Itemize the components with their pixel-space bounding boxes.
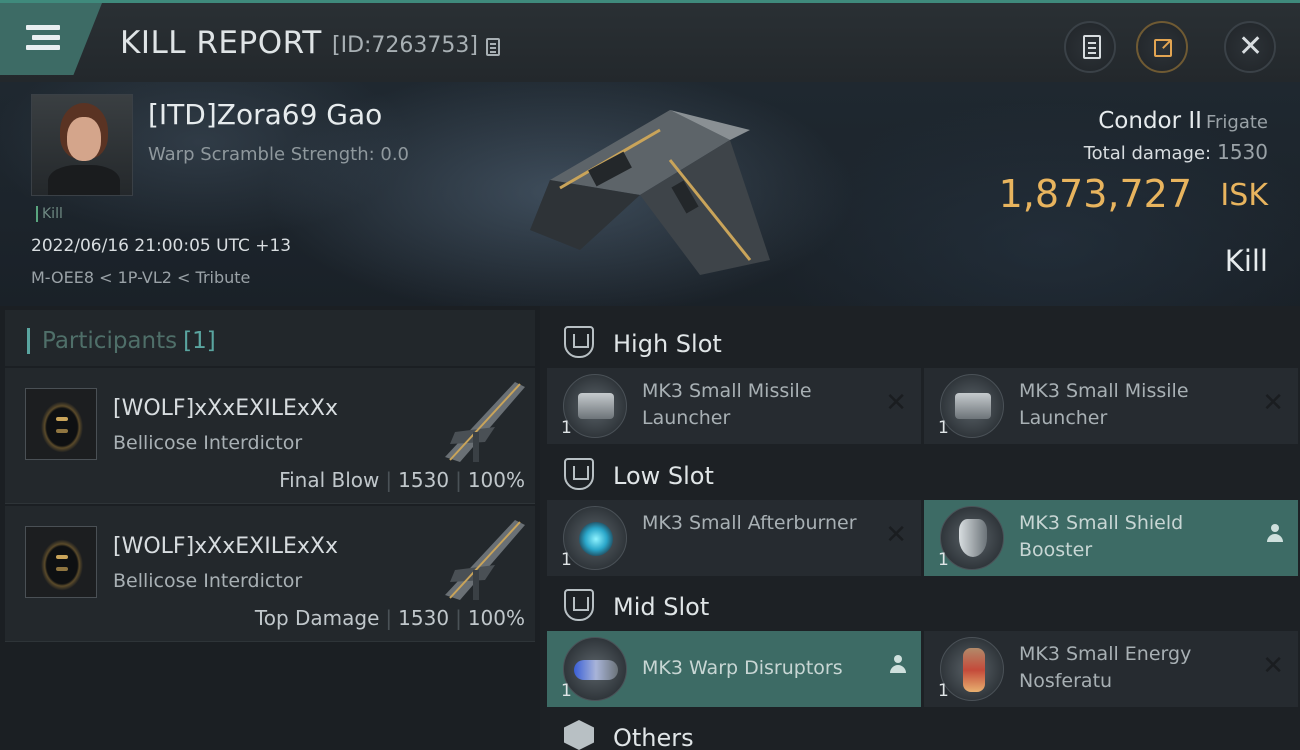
total-damage: Total damage: 1530 bbox=[1084, 140, 1268, 164]
participant-ship-image bbox=[445, 520, 525, 600]
page-title: KILL REPORT bbox=[120, 25, 322, 61]
module-qty: 1 bbox=[561, 550, 572, 570]
module-qty: 1 bbox=[938, 418, 949, 438]
module-mid-2[interactable]: 1 MK3 Small Energy Nosferatu ✕ bbox=[924, 631, 1298, 707]
participant-ship: Bellicose Interdictor bbox=[113, 432, 303, 454]
module-name: MK3 Warp Disruptors bbox=[642, 657, 843, 679]
victim-ship-image bbox=[530, 110, 770, 275]
share-button[interactable]: ↗ bbox=[1136, 21, 1188, 73]
module-name: MK3 Small Missile Launcher bbox=[1019, 380, 1189, 429]
person-icon bbox=[889, 655, 907, 677]
module-name: MK3 Small Missile Launcher bbox=[642, 380, 812, 429]
participant-row[interactable]: [WOLF]xXxEXILExXx Bellicose Interdictor … bbox=[5, 368, 535, 504]
copy-icon[interactable] bbox=[486, 38, 500, 56]
module-low-1[interactable]: 1 MK3 Small Afterburner ✕ bbox=[547, 500, 921, 576]
ship-name-text: Condor II bbox=[1098, 108, 1202, 134]
ship-class: Frigate bbox=[1205, 112, 1268, 133]
afterburner-icon bbox=[563, 506, 627, 570]
shield-booster-icon bbox=[940, 506, 1004, 570]
low-slot-label: Low Slot bbox=[613, 462, 714, 490]
missile-launcher-icon bbox=[940, 374, 1004, 438]
participant-name[interactable]: [WOLF]xXxEXILExXx bbox=[113, 396, 338, 421]
participants-header: Participants [1] bbox=[5, 310, 535, 366]
module-high-2[interactable]: 1 MK3 Small Missile Launcher ✕ bbox=[924, 368, 1298, 444]
victim-portrait[interactable] bbox=[31, 94, 133, 196]
module-qty: 1 bbox=[561, 681, 572, 701]
slot-icon bbox=[564, 326, 594, 358]
participants-title: Participants [1] bbox=[27, 328, 216, 354]
cube-icon bbox=[564, 720, 594, 750]
participants-count: [1] bbox=[183, 328, 216, 354]
participant-avatar[interactable] bbox=[25, 388, 97, 460]
module-name: MK3 Small Afterburner bbox=[642, 512, 857, 534]
participant-stats: Top Damage | 1530 | 100% bbox=[254, 606, 525, 630]
menu-icon bbox=[26, 25, 60, 55]
module-qty: 1 bbox=[561, 418, 572, 438]
others-header: Others bbox=[544, 706, 1300, 750]
menu-button[interactable] bbox=[0, 3, 102, 75]
kill-location[interactable]: M-OEE8 < 1P-VL2 < Tribute bbox=[31, 268, 250, 287]
participants-label: Participants bbox=[42, 328, 178, 354]
module-high-1[interactable]: 1 MK3 Small Missile Launcher ✕ bbox=[547, 368, 921, 444]
report-id: [ID:7263753] bbox=[332, 33, 478, 58]
participant-stats: Final Blow | 1530 | 100% bbox=[279, 468, 525, 492]
energy-nosferatu-icon bbox=[940, 637, 1004, 701]
participant-percent: 100% bbox=[467, 606, 525, 630]
total-damage-label: Total damage: bbox=[1083, 143, 1212, 164]
participant-ship: Bellicose Interdictor bbox=[113, 570, 303, 592]
participant-row[interactable]: [WOLF]xXxEXILExXx Bellicose Interdictor … bbox=[5, 506, 535, 642]
missile-launcher-icon bbox=[563, 374, 627, 438]
victim-pilot-name[interactable]: [ITD]Zora69 Gao bbox=[148, 98, 382, 131]
participant-avatar[interactable] bbox=[25, 526, 97, 598]
module-name: MK3 Small Energy Nosferatu bbox=[1019, 643, 1192, 692]
slot-icon bbox=[564, 589, 594, 621]
x-icon: ✕ bbox=[1262, 651, 1284, 681]
total-damage-value: 1530 bbox=[1217, 140, 1268, 164]
module-mid-1[interactable]: 1 MK3 Warp Disruptors bbox=[547, 631, 921, 707]
kill-tag: Kill bbox=[36, 206, 63, 222]
others-label: Others bbox=[613, 724, 694, 750]
mid-slot-header: Mid Slot bbox=[544, 575, 1300, 633]
participant-percent: 100% bbox=[467, 468, 525, 492]
participants-panel: Participants [1] [WOLF]xXxEXILExXx Bellic… bbox=[0, 306, 540, 750]
module-low-2[interactable]: 1 MK3 Small Shield Booster bbox=[924, 500, 1298, 576]
isk-value: 1,873,727 bbox=[998, 172, 1192, 216]
participant-ship-image bbox=[445, 382, 525, 462]
share-arrow-icon: ↗ bbox=[1160, 35, 1174, 54]
participant-damage: 1530 bbox=[398, 606, 450, 630]
x-icon: ✕ bbox=[885, 388, 907, 418]
kill-timestamp: 2022/06/16 21:00:05 UTC +13 bbox=[31, 236, 292, 256]
warp-disruptor-icon bbox=[563, 637, 627, 701]
person-icon bbox=[1266, 524, 1284, 546]
x-icon: ✕ bbox=[885, 520, 907, 550]
victim-summary: [ITD]Zora69 Gao Warp Scramble Strength: … bbox=[0, 82, 1300, 306]
module-qty: 1 bbox=[938, 681, 949, 701]
victim-ship-name[interactable]: Condor II Frigate bbox=[1098, 108, 1268, 134]
clipboard-button[interactable] bbox=[1064, 21, 1116, 73]
participant-role: Top Damage bbox=[254, 606, 380, 630]
fitting-panel: High Slot 1 MK3 Small Missile Launcher ✕… bbox=[544, 306, 1300, 750]
participant-name[interactable]: [WOLF]xXxEXILExXx bbox=[113, 534, 338, 559]
kill-type: Kill bbox=[1224, 244, 1268, 278]
close-button[interactable]: ✕ bbox=[1224, 21, 1276, 73]
top-bar: KILL REPORT [ID:7263753] ↗ ✕ bbox=[0, 0, 1300, 82]
low-slot-header: Low Slot bbox=[544, 444, 1300, 502]
clipboard-icon bbox=[1083, 35, 1101, 59]
high-slot-label: High Slot bbox=[613, 330, 722, 358]
module-name: MK3 Small Shield Booster bbox=[1019, 512, 1184, 561]
participant-role: Final Blow bbox=[279, 468, 380, 492]
slot-icon bbox=[564, 458, 594, 490]
x-icon: ✕ bbox=[1262, 388, 1284, 418]
warp-scramble-strength: Warp Scramble Strength: 0.0 bbox=[148, 144, 410, 165]
participant-damage: 1530 bbox=[398, 468, 450, 492]
isk-unit: ISK bbox=[1220, 178, 1268, 213]
high-slot-header: High Slot bbox=[544, 312, 1300, 370]
module-qty: 1 bbox=[938, 550, 949, 570]
mid-slot-label: Mid Slot bbox=[613, 593, 710, 621]
close-icon: ✕ bbox=[1238, 29, 1264, 64]
